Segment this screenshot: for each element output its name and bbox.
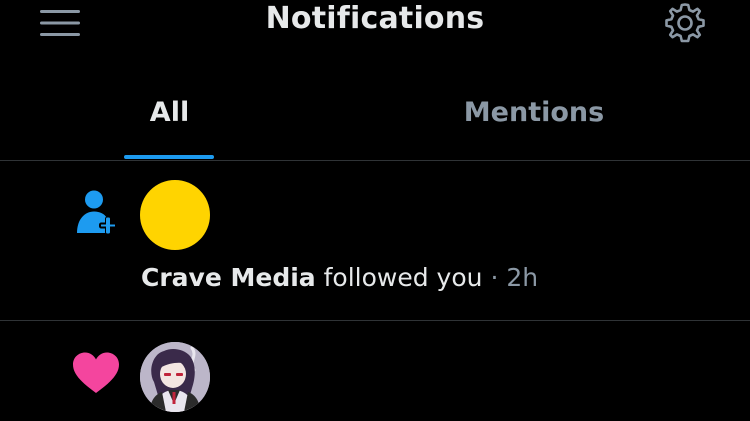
settings-button[interactable] <box>663 1 707 45</box>
person-add-icon <box>77 190 117 235</box>
heart-icon <box>73 352 119 393</box>
notifications-screen: Notifications All Mentions Crave Media f… <box>0 0 750 421</box>
avatar[interactable] <box>140 180 210 250</box>
notification-item-follow[interactable]: Crave Media followed you · 2h <box>0 161 750 320</box>
tab-selected-indicator <box>124 155 214 159</box>
user-name-link[interactable]: Crave Media <box>141 263 316 292</box>
notification-action: followed you <box>323 263 483 292</box>
page-title: Notifications <box>265 1 485 36</box>
gear-icon <box>665 3 705 43</box>
notification-item-like[interactable] <box>0 321 750 421</box>
avatar[interactable] <box>140 342 210 412</box>
anime-character-avatar <box>140 342 210 412</box>
tab-mentions[interactable]: Mentions <box>440 97 628 128</box>
separator-dot: · <box>490 263 499 292</box>
timestamp: 2h <box>506 263 539 292</box>
tab-all[interactable]: All <box>125 97 214 128</box>
notification-text: Crave Media followed you · 2h <box>141 263 538 292</box>
